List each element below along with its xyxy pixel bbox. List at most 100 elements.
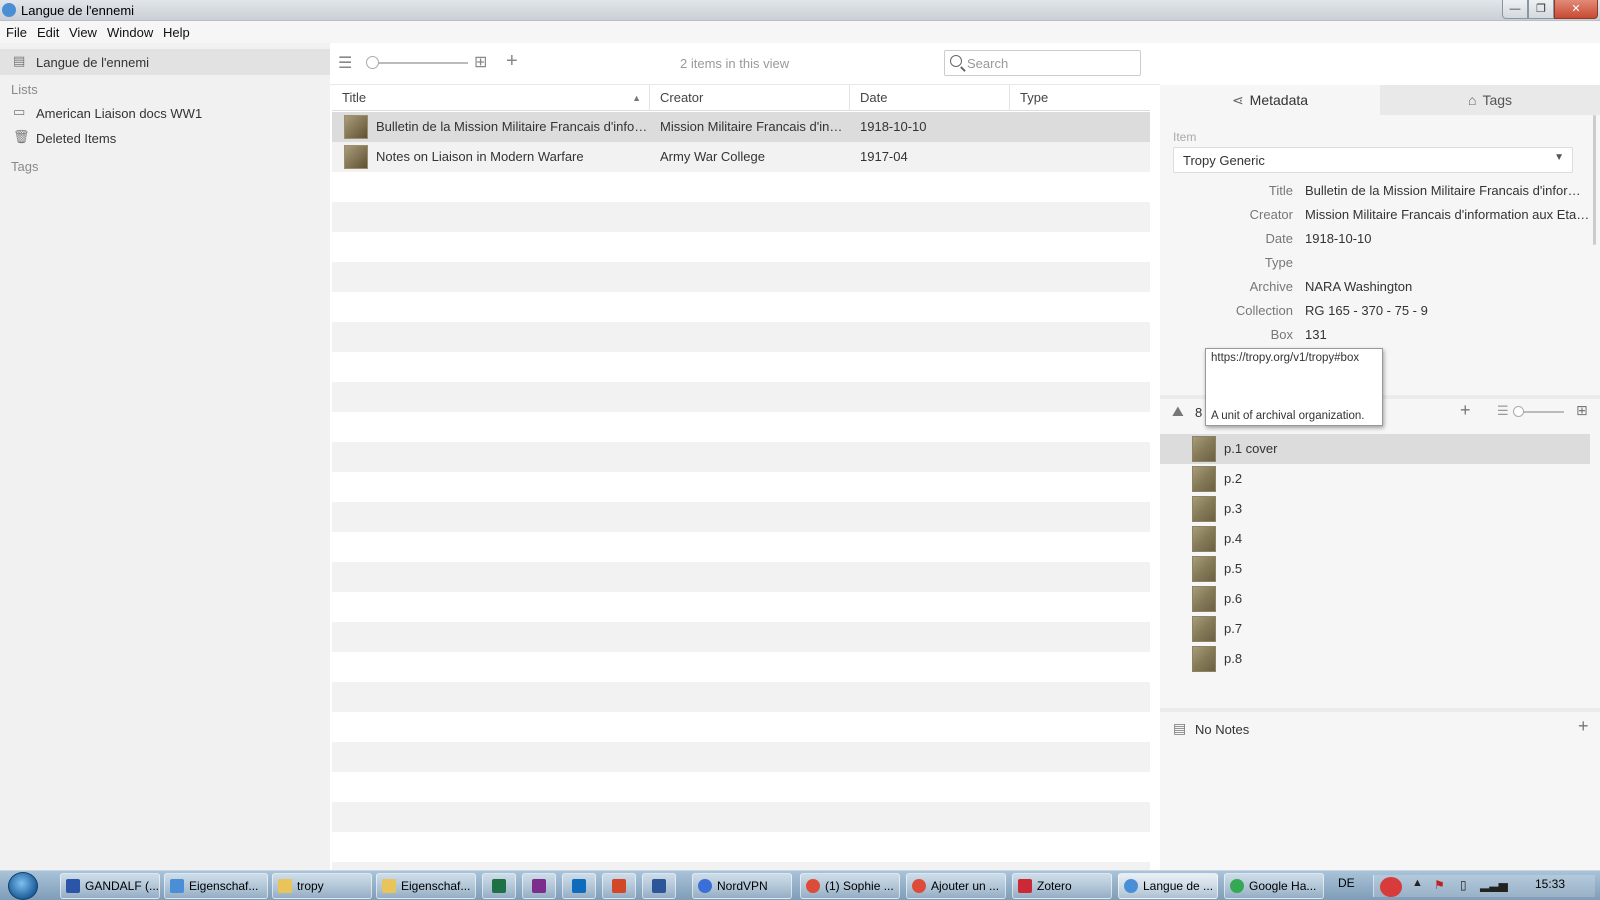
start-button[interactable] bbox=[8, 872, 38, 900]
photo-item[interactable]: p.4 bbox=[1160, 524, 1590, 554]
metadata-scrollbar[interactable] bbox=[1593, 115, 1596, 245]
folder-icon: ▭ bbox=[13, 104, 26, 119]
taskbar-item-word[interactable] bbox=[642, 873, 676, 899]
photo-thumbnail bbox=[1192, 466, 1216, 492]
chrome-icon bbox=[912, 879, 926, 893]
column-date[interactable]: Date bbox=[850, 85, 1010, 111]
taskbar-item-excel[interactable] bbox=[482, 873, 516, 899]
close-button[interactable]: ✕ bbox=[1554, 0, 1598, 19]
add-photo-icon[interactable]: + bbox=[1460, 400, 1471, 421]
field-value-date[interactable]: 1918-10-10 bbox=[1305, 231, 1590, 246]
field-label-box: Box bbox=[1270, 327, 1293, 342]
table-row[interactable]: Bulletin de la Mission Militaire Francai… bbox=[332, 112, 1150, 142]
menu-edit[interactable]: Edit bbox=[37, 25, 59, 40]
taskbar-item-outlook[interactable] bbox=[562, 873, 596, 899]
menu-window[interactable]: Window bbox=[107, 25, 153, 40]
task-label: Langue de ... bbox=[1143, 879, 1214, 893]
column-creator-label: Creator bbox=[660, 90, 704, 105]
field-label-collection: Collection bbox=[1235, 303, 1293, 318]
taskbar-item-tropy[interactable]: Langue de ... bbox=[1118, 873, 1218, 899]
photo-item[interactable]: p.7 bbox=[1160, 614, 1590, 644]
add-note-icon[interactable]: + bbox=[1578, 716, 1589, 737]
field-value-archive[interactable]: NARA Washington bbox=[1305, 279, 1590, 294]
field-value-collection[interactable]: RG 165 - 370 - 75 - 9 bbox=[1305, 303, 1590, 318]
photo-item[interactable]: p.2 bbox=[1160, 464, 1590, 494]
battery-icon[interactable]: ▯ bbox=[1460, 878, 1467, 892]
notes-section: ▤ No Notes + bbox=[1160, 708, 1600, 748]
template-select[interactable]: Tropy Generic ▼ bbox=[1173, 147, 1573, 173]
taskbar-item-onenote[interactable] bbox=[522, 873, 556, 899]
photo-item[interactable]: p.6 bbox=[1160, 584, 1590, 614]
photo-item[interactable]: p.5 bbox=[1160, 554, 1590, 584]
taskbar-item-eigenschaften[interactable]: Eigenschaf... bbox=[164, 873, 268, 899]
item-panel: ⋖ Metadata ⌂ Tags Item Tropy Generic ▼ Tit… bbox=[1160, 43, 1600, 870]
taskbar-item-nordvpn[interactable]: NordVPN bbox=[692, 873, 792, 899]
sidebar-item-trash[interactable]: 🗑 Deleted Items bbox=[0, 125, 330, 151]
clock[interactable]: 15:33 bbox=[1535, 877, 1565, 891]
menu-view[interactable]: View bbox=[69, 25, 97, 40]
taskbar-item-chrome-1[interactable]: (1) Sophie ... bbox=[800, 873, 900, 899]
notes-label: No Notes bbox=[1195, 722, 1250, 737]
taskbar-item-tropy-folder[interactable]: tropy bbox=[272, 873, 372, 899]
action-center-icon[interactable]: ⚑ bbox=[1434, 878, 1445, 892]
field-value-box[interactable]: 131 bbox=[1305, 327, 1590, 342]
outlook-icon bbox=[572, 879, 586, 893]
column-type-label: Type bbox=[1020, 90, 1049, 105]
app-icon bbox=[66, 879, 80, 893]
photo-label: p.3 bbox=[1224, 501, 1243, 516]
sidebar-item-list[interactable]: ▭ American Liaison docs WW1 bbox=[0, 100, 330, 126]
taskbar-item-powerpoint[interactable] bbox=[602, 873, 636, 899]
onenote-icon bbox=[532, 879, 546, 893]
menu-help[interactable]: Help bbox=[163, 25, 190, 40]
project-label: Langue de l'ennemi bbox=[36, 55, 150, 70]
column-creator[interactable]: Creator bbox=[650, 85, 850, 111]
zoom-slider[interactable] bbox=[370, 62, 468, 64]
table-row[interactable]: Notes on Liaison in Modern Warfare Army … bbox=[332, 142, 1150, 172]
language-indicator[interactable]: DE bbox=[1338, 876, 1355, 890]
photo-item[interactable]: p.1 cover bbox=[1160, 434, 1590, 464]
task-label: NordVPN bbox=[717, 879, 768, 893]
list-view-icon[interactable]: ☰ bbox=[1497, 403, 1509, 419]
task-label: Ajouter un ... bbox=[931, 879, 1000, 893]
menu-file[interactable]: File bbox=[6, 25, 27, 40]
search-field[interactable] bbox=[944, 50, 1141, 76]
photo-item[interactable]: p.8 bbox=[1160, 644, 1590, 674]
taskbar-item-zotero[interactable]: Zotero bbox=[1012, 873, 1112, 899]
photo-count: 8 bbox=[1195, 405, 1203, 420]
sidebar-project[interactable]: ▤ Langue de l'ennemi bbox=[0, 49, 330, 75]
taskbar-item-eigenschaften-2[interactable]: Eigenschaf... bbox=[376, 873, 476, 899]
photo-zoom-knob[interactable] bbox=[1513, 406, 1524, 417]
photo-item[interactable]: p.3 bbox=[1160, 494, 1590, 524]
minimize-button[interactable]: — bbox=[1502, 0, 1528, 19]
grid-view-icon[interactable]: ⊞ bbox=[1576, 402, 1588, 419]
excel-icon bbox=[492, 879, 506, 893]
tab-metadata[interactable]: ⋖ Metadata bbox=[1160, 85, 1380, 115]
add-item-icon[interactable]: + bbox=[506, 50, 518, 73]
photo-icon: ⛰ bbox=[1172, 403, 1184, 419]
field-value-creator[interactable]: Mission Militaire Francais d'information… bbox=[1305, 207, 1590, 222]
tropy-icon bbox=[1124, 879, 1138, 893]
field-value-title[interactable]: Bulletin de la Mission Militaire Francai… bbox=[1305, 183, 1590, 198]
lists-heading: Lists bbox=[11, 82, 38, 97]
tab-tags[interactable]: ⌂ Tags bbox=[1380, 85, 1600, 115]
tooltip-description: A unit of archival organization. bbox=[1211, 410, 1365, 422]
maximize-button[interactable]: ❐ bbox=[1528, 0, 1554, 19]
column-title[interactable]: Title ▲ bbox=[332, 85, 650, 111]
tray-app-icon[interactable] bbox=[1380, 877, 1402, 897]
grid-view-icon[interactable]: ⊞ bbox=[474, 52, 487, 72]
item-title: Notes on Liaison in Modern Warfare bbox=[376, 149, 584, 164]
field-tooltip: https://tropy.org/v1/tropy#box A unit of… bbox=[1205, 348, 1383, 426]
network-icon[interactable]: ▂▃▅ bbox=[1480, 878, 1508, 892]
taskbar-item-chrome-2[interactable]: Ajouter un ... bbox=[906, 873, 1006, 899]
zoom-slider-knob[interactable] bbox=[366, 56, 379, 69]
tray-expand-icon[interactable]: ▲ bbox=[1412, 877, 1423, 889]
taskbar-item-google[interactable]: Google Ha... bbox=[1224, 873, 1324, 899]
photo-label: p.5 bbox=[1224, 561, 1243, 576]
item-creator: Mission Militaire Francais d'information… bbox=[660, 119, 845, 134]
list-view-icon[interactable]: ☰ bbox=[338, 53, 352, 73]
column-type[interactable]: Type bbox=[1010, 85, 1150, 111]
photo-thumbnail bbox=[1192, 616, 1216, 642]
taskbar-item-gandalf[interactable]: GANDALF (... bbox=[60, 873, 160, 899]
folder-icon bbox=[382, 879, 396, 893]
search-input[interactable] bbox=[967, 54, 1137, 72]
